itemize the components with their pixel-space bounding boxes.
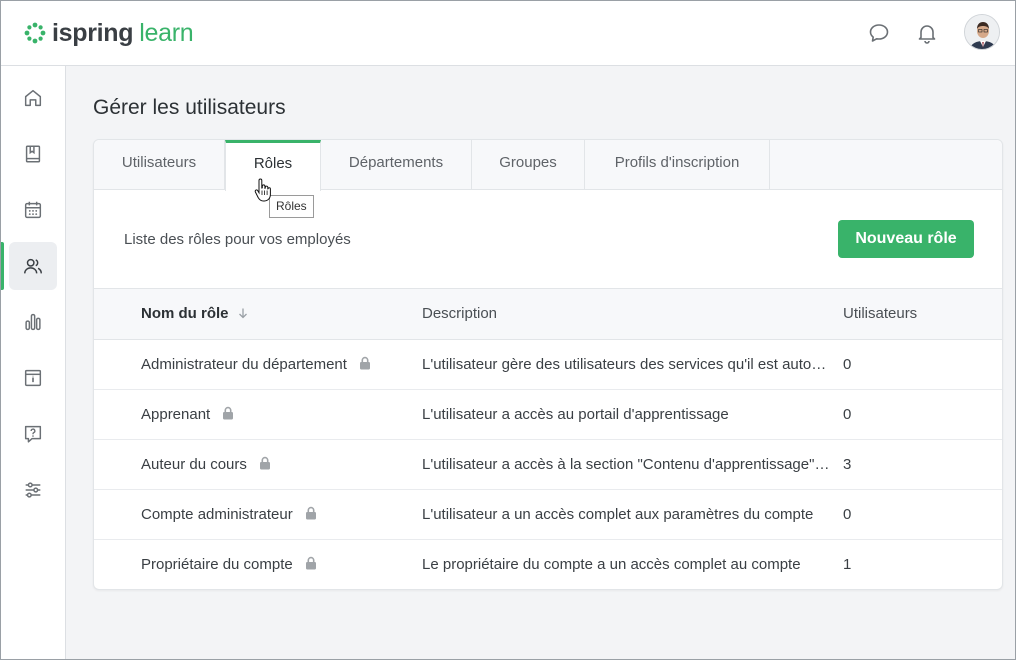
- sidebar-nav: [0, 66, 66, 660]
- column-header-role-name[interactable]: Nom du rôle: [141, 289, 249, 339]
- lock-icon: [359, 356, 370, 370]
- help-icon: [24, 425, 42, 443]
- role-description: Le propriétaire du compte a un accès com…: [422, 556, 801, 573]
- tab-departements[interactable]: Départements: [321, 140, 472, 190]
- role-description: L'utilisateur gère des utilisateurs des …: [422, 356, 830, 373]
- home-icon: [24, 89, 42, 107]
- page-title: Gérer les utilisateurs: [93, 96, 286, 119]
- role-name: Auteur du cours: [141, 456, 247, 473]
- user-avatar[interactable]: [964, 14, 1000, 50]
- column-header-users: Utilisateurs: [843, 305, 918, 322]
- tab-tooltip: Rôles: [269, 195, 314, 218]
- logo-mark-icon: [24, 22, 46, 44]
- tab-groupes[interactable]: Groupes: [472, 140, 585, 190]
- top-bar: ispring learn: [0, 0, 1016, 66]
- table-row[interactable]: Administrateur du département L'utilisat…: [94, 340, 1002, 390]
- lock-icon: [259, 456, 270, 470]
- role-description: L'utilisateur a accès à la section "Cont…: [422, 456, 830, 473]
- column-header-role-name-label: Nom du rôle: [141, 305, 229, 322]
- ispring-learn-logo[interactable]: ispring learn: [24, 19, 194, 47]
- role-name-cell: Administrateur du département: [141, 340, 411, 390]
- role-name-cell: Auteur du cours: [141, 440, 411, 490]
- tab-roles[interactable]: Rôles: [225, 140, 321, 191]
- logo-text-ispring: ispring: [52, 19, 134, 47]
- calendar-icon: [24, 201, 42, 219]
- roles-card: Utilisateurs Rôles Départements Groupes …: [93, 139, 1003, 590]
- table-header: Nom du rôle Description Utilisateurs: [94, 288, 1002, 340]
- book-icon: [25, 145, 41, 163]
- tab-utilisateurs[interactable]: Utilisateurs: [94, 140, 225, 190]
- nav-reports[interactable]: [9, 298, 57, 346]
- logo-text-learn: learn: [139, 19, 194, 47]
- role-users-count: 0: [843, 506, 852, 523]
- role-name: Apprenant: [141, 406, 211, 423]
- nav-home[interactable]: [9, 74, 57, 122]
- table-row[interactable]: Propriétaire du compte Le propriétaire d…: [94, 540, 1002, 590]
- role-name-cell: Compte administrateur: [141, 490, 411, 540]
- lock-icon: [223, 406, 234, 420]
- table-row[interactable]: Auteur du cours L'utilisateur a accès à …: [94, 440, 1002, 490]
- bell-icon[interactable]: [915, 21, 939, 45]
- tab-profils-inscription[interactable]: Profils d'inscription: [585, 140, 770, 190]
- role-name-cell: Propriétaire du compte: [141, 540, 411, 590]
- nav-users[interactable]: [9, 242, 57, 290]
- table-row[interactable]: Apprenant L'utilisateur a accès au porta…: [94, 390, 1002, 440]
- nav-learning-content[interactable]: [9, 130, 57, 178]
- role-name: Compte administrateur: [141, 506, 293, 523]
- role-users-count: 3: [843, 456, 852, 473]
- lock-icon: [305, 506, 316, 520]
- active-nav-indicator: [0, 242, 4, 290]
- role-users-count: 1: [843, 556, 852, 573]
- new-role-button[interactable]: Nouveau rôle: [838, 220, 974, 258]
- nav-settings[interactable]: [9, 466, 57, 514]
- role-name: Administrateur du département: [141, 356, 347, 373]
- avatar-portrait-icon: [965, 15, 999, 49]
- table-row[interactable]: Compte administrateur L'utilisateur a un…: [94, 490, 1002, 540]
- info-icon: [24, 369, 42, 387]
- role-name: Propriétaire du compte: [141, 556, 293, 573]
- nav-help[interactable]: [9, 410, 57, 458]
- lock-icon: [305, 556, 316, 570]
- role-users-count: 0: [843, 356, 852, 373]
- role-users-count: 0: [843, 406, 852, 423]
- settings-sliders-icon: [25, 482, 41, 498]
- hand-cursor-icon: [254, 178, 271, 202]
- reports-icon: [25, 313, 41, 331]
- tab-bar: Utilisateurs Rôles Départements Groupes …: [94, 140, 1002, 191]
- column-header-description: Description: [422, 305, 498, 322]
- sort-arrow-down-icon[interactable]: [237, 307, 249, 319]
- role-name-cell: Apprenant: [141, 390, 411, 440]
- nav-info[interactable]: [9, 354, 57, 402]
- role-description: L'utilisateur a accès au portail d'appre…: [422, 406, 729, 423]
- roles-list-subtitle: Liste des rôles pour vos employés: [124, 231, 351, 248]
- nav-calendar[interactable]: [9, 186, 57, 234]
- users-icon: [24, 258, 42, 274]
- role-description: L'utilisateur a un accès complet aux par…: [422, 506, 814, 523]
- chat-icon[interactable]: [867, 21, 891, 45]
